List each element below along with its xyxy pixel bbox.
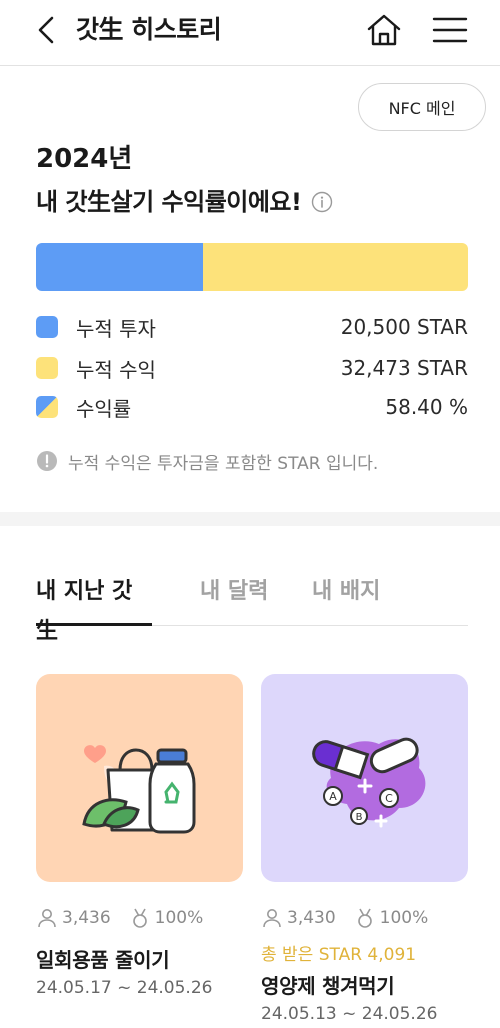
completion-rate: 100%	[154, 908, 204, 928]
person-icon	[263, 909, 281, 928]
investment-swatch	[36, 316, 58, 338]
tab-badges[interactable]: 내 배지	[312, 572, 380, 626]
svg-text:B: B	[356, 812, 363, 823]
legend-row-investment: 누적 투자 20,500 STAR	[36, 312, 468, 342]
star-note: 누적 수익은 투자금을 포함한 STAR 입니다.	[36, 448, 378, 474]
home-button[interactable]	[364, 10, 404, 50]
menu-button[interactable]	[430, 10, 470, 50]
section-divider	[0, 512, 500, 526]
legend-label: 수익률	[76, 396, 132, 421]
legend-label: 누적 수익	[76, 357, 156, 382]
legend-value: 32,473 STAR	[340, 356, 468, 380]
home-icon	[367, 14, 401, 46]
challenge-thumbnail	[36, 674, 243, 882]
challenge-title: 영양제 챙겨먹기	[261, 974, 395, 998]
completion-rate: 100%	[379, 908, 429, 928]
return-headline: 내 갓生살기 수익률이에요!	[36, 184, 333, 220]
exclamation-circle-icon	[37, 451, 57, 471]
challenge-card[interactable]: 3,436 100% 일회용품 줄이기 24.05.17 ~ 24.05.26	[36, 674, 243, 998]
info-icon[interactable]	[311, 191, 333, 213]
hamburger-menu-icon	[432, 17, 468, 43]
vitamin-capsule-illustration: A B C	[312, 737, 426, 828]
note-text: 누적 수익은 투자금을 포함한 STAR 입니다.	[68, 453, 379, 474]
medal-icon	[132, 908, 147, 928]
svg-text:C: C	[385, 792, 393, 805]
challenge-dates: 24.05.13 ~ 24.05.26	[261, 1004, 438, 1024]
challenge-dates: 24.05.17 ~ 24.05.26	[36, 978, 213, 998]
page-title: 갓生 히스토리	[76, 15, 222, 44]
tab-calendar[interactable]: 내 달력	[200, 572, 268, 626]
legend-row-return-rate: 수익률 58.40 %	[36, 392, 468, 422]
return-ratio-bar	[36, 243, 468, 291]
reusable-bag-and-bottle-illustration	[82, 745, 196, 834]
challenge-card[interactable]: A B C 3,430 100% 총 받은 STAR 4,091 영양제 챙겨먹…	[261, 674, 468, 1024]
profit-segment	[203, 243, 468, 291]
legend-value: 58.40 %	[385, 395, 468, 419]
card-stats: 3,430 100%	[261, 906, 428, 930]
participant-count: 3,436	[62, 908, 111, 928]
nfc-main-button[interactable]: NFC 메인	[358, 83, 486, 131]
medal-icon	[357, 908, 372, 928]
legend-row-profit: 누적 수익 32,473 STAR	[36, 353, 468, 383]
app-header: 갓生 히스토리	[0, 0, 500, 66]
card-stats: 3,436 100%	[36, 906, 203, 930]
history-tabs: 내 지난 갓生 내 달력 내 배지	[36, 572, 468, 644]
back-button[interactable]	[30, 12, 66, 48]
challenge-title: 일회용품 줄이기	[36, 948, 170, 972]
svg-text:A: A	[329, 790, 337, 803]
headline-text: 내 갓生살기 수익률이에요!	[36, 188, 302, 216]
participant-count: 3,430	[287, 908, 336, 928]
profit-swatch	[36, 357, 58, 379]
investment-segment	[36, 243, 204, 291]
person-icon	[38, 909, 56, 928]
year-label: 2024년	[36, 144, 133, 174]
challenge-thumbnail: A B C	[261, 674, 468, 882]
chevron-left-icon	[38, 16, 54, 44]
received-star-total: 총 받은 STAR 4,091	[261, 945, 417, 965]
return-rate-swatch	[36, 396, 58, 418]
legend-label: 누적 투자	[76, 316, 156, 341]
legend-value: 20,500 STAR	[340, 315, 468, 339]
tab-past-godsaeng[interactable]: 내 지난 갓生	[36, 572, 152, 644]
